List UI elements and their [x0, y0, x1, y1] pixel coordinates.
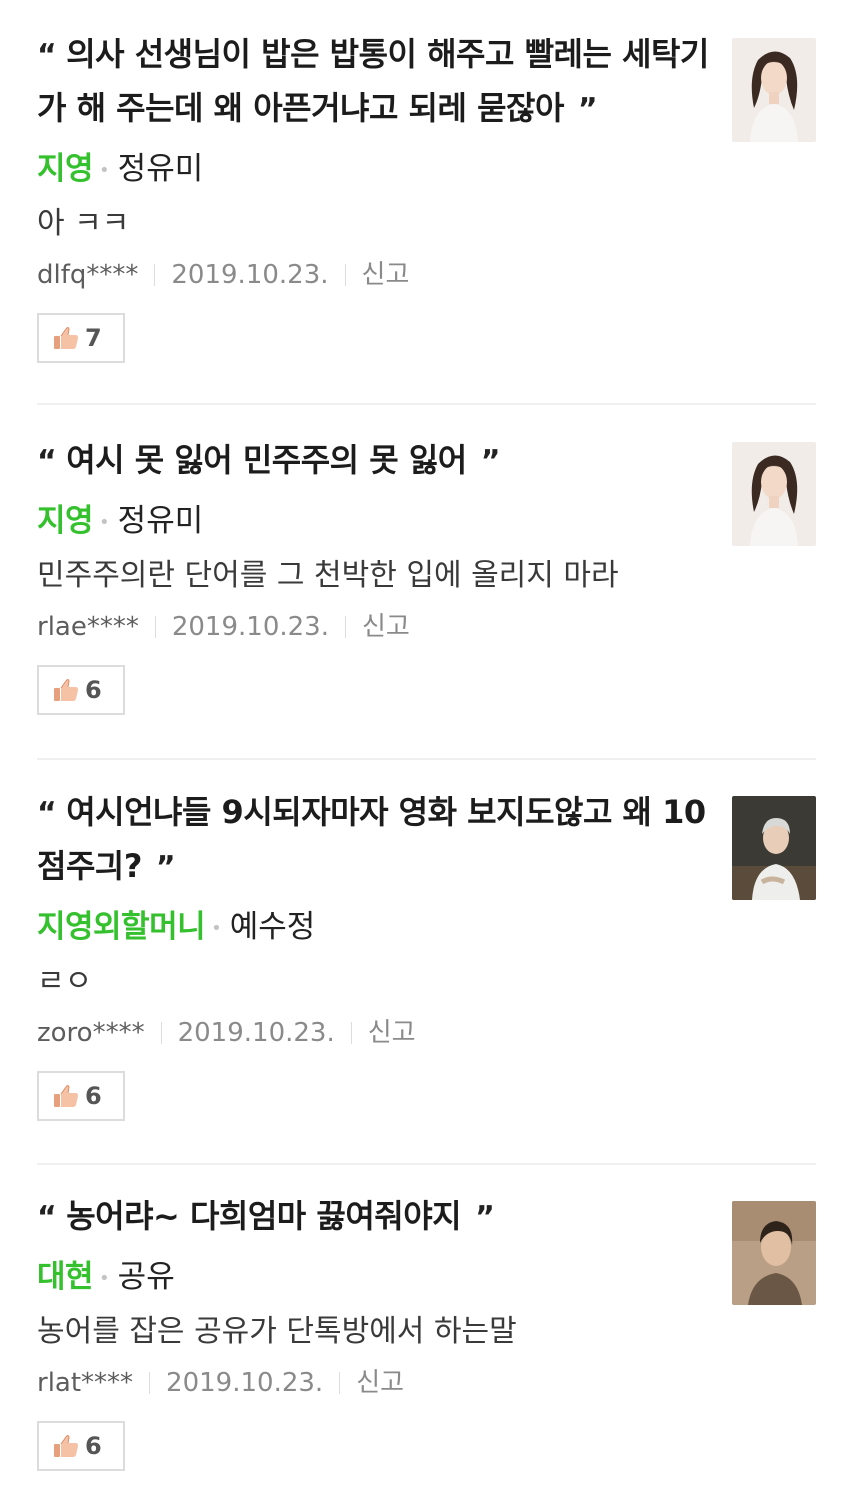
like-count: 7: [85, 324, 102, 352]
portrait-image: [732, 38, 816, 142]
meta-divider: [154, 264, 156, 286]
thumbs-up-icon: [54, 679, 78, 701]
actor-portrait-thumbnail[interactable]: [732, 1201, 816, 1305]
actor-name[interactable]: 예수정: [230, 909, 316, 945]
close-quote-mark: ”: [155, 850, 176, 885]
report-button[interactable]: 신고: [362, 255, 410, 295]
comment-item: “ 여시 못 잃어 민주주의 못 잃어 ” 지영 • 정유미 민주주의란 단어를 그 천…: [37, 434, 816, 715]
meta-divider: [344, 616, 346, 638]
comment-meta: rlae**** 2019.10.23. 신고: [37, 607, 816, 647]
comment-quote: “여시언냐들 9시되자마자 영화 보지도않고 왜 10점주긔?”: [37, 786, 712, 894]
comment-text: 민주주의란 단어를 그 천박한 입에 올리지 마라: [37, 558, 619, 593]
comment-quote: “ 농어랴~ 다희엄마 끓여줘야지 ”: [37, 1190, 712, 1244]
like-count: 6: [85, 1082, 102, 1110]
meta-divider: [350, 1022, 352, 1044]
meta-divider: [344, 264, 346, 286]
thumbs-up-icon: [54, 1435, 78, 1457]
separator-dot: •: [99, 511, 110, 533]
comment-divider: [37, 758, 816, 760]
comment-item: “ 농어랴~ 다희엄마 끓여줘야지 ” 대현 • 공유 농어를 잡은 공유가 단톡방에서…: [37, 1190, 816, 1471]
actor-name[interactable]: 정유미: [118, 151, 204, 187]
comment-date: 2019.10.23.: [166, 1368, 324, 1398]
role-name[interactable]: 대현: [37, 1259, 94, 1295]
comment-quote: “의사 선생님이 밥은 밥통이 해주고 빨레는 세탁기가 해 주는데 왜 아픈거…: [37, 28, 712, 136]
comment-meta: rlat**** 2019.10.23. 신고: [37, 1363, 816, 1403]
portrait-image: [732, 796, 816, 900]
role-name[interactable]: 지영: [37, 503, 94, 539]
cast-line: 지영 • 정유미: [37, 498, 816, 544]
quote-text: 농어랴~ 다희엄마 끓여줘야지: [66, 1197, 462, 1235]
thumbs-up-icon: [54, 1085, 78, 1107]
report-button[interactable]: 신고: [368, 1013, 416, 1053]
portrait-image: [732, 442, 816, 546]
user-id: rlae****: [37, 612, 139, 642]
open-quote-mark: “: [37, 796, 57, 831]
comment-quote: “ 여시 못 잃어 민주주의 못 잃어 ”: [37, 434, 712, 488]
like-button[interactable]: 7: [37, 313, 125, 363]
comment-text: ㄹㅇ: [37, 964, 93, 999]
meta-divider: [154, 616, 156, 638]
quote-text: 의사 선생님이 밥은 밥통이 해주고 빨레는 세탁기가 해 주는데 왜 아픈거냐…: [37, 35, 709, 127]
cast-line: 대현 • 공유: [37, 1254, 816, 1300]
user-id: zoro****: [37, 1018, 145, 1048]
quote-text: 여시언냐들 9시되자마자 영화 보지도않고 왜 10점주긔?: [37, 793, 706, 885]
user-id: dlfq****: [37, 260, 139, 290]
close-quote-mark: ”: [577, 92, 598, 127]
open-quote-mark: “: [37, 444, 57, 479]
separator-dot: •: [99, 159, 110, 181]
like-count: 6: [85, 1432, 102, 1460]
actress-portrait-thumbnail[interactable]: [732, 796, 816, 900]
open-quote-mark: “: [37, 38, 57, 73]
close-quote-mark: ”: [480, 444, 501, 479]
report-button[interactable]: 신고: [356, 1363, 404, 1403]
cast-line: 지영 • 정유미: [37, 146, 816, 192]
actress-portrait-thumbnail[interactable]: [732, 38, 816, 142]
actress-portrait-thumbnail[interactable]: [732, 442, 816, 546]
comment-date: 2019.10.23.: [171, 612, 329, 642]
portrait-image: [732, 1201, 816, 1305]
comment-text: 농어를 잡은 공유가 단톡방에서 하는말: [37, 1314, 517, 1349]
like-count: 6: [85, 676, 102, 704]
comment-date: 2019.10.23.: [171, 260, 329, 290]
role-name[interactable]: 지영: [37, 151, 94, 187]
actor-name[interactable]: 공유: [118, 1259, 175, 1295]
comment-divider: [37, 403, 816, 405]
quote-text: 여시 못 잃어 민주주의 못 잃어: [66, 441, 467, 479]
close-quote-mark: ”: [475, 1200, 495, 1235]
open-quote-mark: “: [37, 1200, 57, 1235]
comment-list: “의사 선생님이 밥은 밥통이 해주고 빨레는 세탁기가 해 주는데 왜 아픈거…: [0, 0, 850, 1497]
like-button[interactable]: 6: [37, 665, 125, 715]
user-id: rlat****: [37, 1368, 134, 1398]
comment-meta: zoro**** 2019.10.23. 신고: [37, 1013, 816, 1053]
separator-dot: •: [211, 917, 222, 939]
cast-line: 지영외할머니 • 예수정: [37, 904, 816, 950]
meta-divider: [149, 1372, 151, 1394]
actor-name[interactable]: 정유미: [118, 503, 204, 539]
comment-text: 아 ㅋㅋ: [37, 206, 130, 241]
like-button[interactable]: 6: [37, 1421, 125, 1471]
meta-divider: [160, 1022, 162, 1044]
separator-dot: •: [99, 1267, 110, 1289]
like-button[interactable]: 6: [37, 1071, 125, 1121]
comment-item: “여시언냐들 9시되자마자 영화 보지도않고 왜 10점주긔?” 지영외할머니 •…: [37, 786, 816, 1121]
comment-item: “의사 선생님이 밥은 밥통이 해주고 빨레는 세탁기가 해 주는데 왜 아픈거…: [37, 28, 816, 363]
report-button[interactable]: 신고: [362, 607, 410, 647]
meta-divider: [339, 1372, 341, 1394]
comment-divider: [37, 1163, 816, 1165]
role-name[interactable]: 지영외할머니: [37, 909, 206, 945]
thumbs-up-icon: [54, 327, 78, 349]
comment-meta: dlfq**** 2019.10.23. 신고: [37, 255, 816, 295]
comment-date: 2019.10.23.: [177, 1018, 335, 1048]
